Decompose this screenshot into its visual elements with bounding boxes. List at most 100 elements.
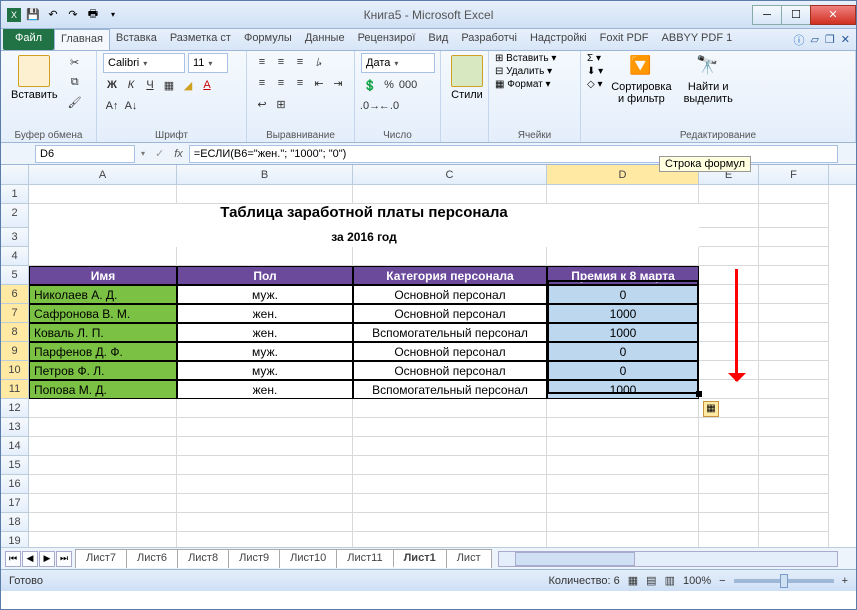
align-right-icon[interactable]: ≡ [291, 74, 309, 92]
tab-foxit[interactable]: Foxit PDF [594, 29, 656, 50]
cell[interactable]: 1000 [547, 380, 699, 399]
cell[interactable] [699, 513, 759, 532]
bold-button[interactable]: Ж [103, 76, 121, 94]
cell[interactable]: Основной персонал [353, 361, 547, 380]
row-header[interactable]: 17 [1, 494, 29, 513]
cell[interactable]: муж. [177, 361, 353, 380]
cell[interactable] [699, 475, 759, 494]
currency-icon[interactable]: 💲 [361, 76, 379, 94]
help-icon[interactable]: ⓘ [793, 32, 804, 48]
cell[interactable] [759, 475, 829, 494]
cell[interactable] [699, 266, 759, 285]
row-header[interactable]: 7 [1, 304, 29, 323]
cell[interactable] [699, 532, 759, 547]
tab-home[interactable]: Главная [54, 29, 110, 50]
cell[interactable] [29, 532, 177, 547]
cell[interactable] [759, 532, 829, 547]
italic-button[interactable]: К [122, 76, 140, 94]
cell[interactable] [699, 185, 759, 204]
qat-more-icon[interactable]: ▾ [105, 7, 121, 23]
tab-developer[interactable]: Разработчі [455, 29, 524, 50]
sheet-tab[interactable]: Лист [446, 549, 492, 568]
cell[interactable] [759, 456, 829, 475]
cell[interactable] [177, 437, 353, 456]
cell[interactable] [699, 342, 759, 361]
cell[interactable] [29, 185, 177, 204]
select-all-corner[interactable] [1, 165, 29, 184]
insert-cells-button[interactable]: ⊞ Вставить ▾ [495, 53, 556, 64]
cell[interactable] [759, 323, 829, 342]
cell[interactable] [547, 418, 699, 437]
tab-insert[interactable]: Вставка [110, 29, 164, 50]
cell[interactable] [353, 185, 547, 204]
cell[interactable] [547, 399, 699, 418]
cell[interactable] [353, 247, 547, 266]
table-title[interactable]: Таблица заработной платы персонала [29, 204, 699, 228]
cell[interactable] [547, 475, 699, 494]
cell[interactable]: 0 [547, 342, 699, 361]
horizontal-scrollbar[interactable] [498, 551, 838, 567]
cell[interactable] [699, 304, 759, 323]
cell[interactable]: Пол [177, 266, 353, 285]
cell[interactable]: Парфенов Д. Ф. [29, 342, 177, 361]
cell[interactable]: Вспомогательный персонал [353, 323, 547, 342]
autofill-options-button[interactable]: ▦ [703, 401, 719, 417]
decrease-font-icon[interactable]: A↓ [122, 97, 140, 115]
cell[interactable] [353, 456, 547, 475]
cell[interactable]: жен. [177, 380, 353, 399]
sheet-tab[interactable]: Лист7 [75, 549, 127, 568]
sheet-nav-prev[interactable]: ◀ [22, 551, 38, 567]
sheet-nav-next[interactable]: ▶ [39, 551, 55, 567]
cell[interactable] [759, 285, 829, 304]
row-header[interactable]: 5 [1, 266, 29, 285]
cell[interactable]: Основной персонал [353, 304, 547, 323]
row-header[interactable]: 13 [1, 418, 29, 437]
cell[interactable] [759, 342, 829, 361]
zoom-level[interactable]: 100% [683, 575, 711, 587]
cell[interactable] [29, 494, 177, 513]
cell[interactable] [177, 513, 353, 532]
cell[interactable] [177, 475, 353, 494]
underline-button[interactable]: Ч [141, 76, 159, 94]
cell[interactable] [353, 399, 547, 418]
cell[interactable]: Попова М. Д. [29, 380, 177, 399]
cell[interactable]: Премия к 8 марта [547, 266, 699, 285]
cell[interactable] [759, 494, 829, 513]
redo-icon[interactable]: ↷ [65, 7, 81, 23]
tab-data[interactable]: Данные [299, 29, 352, 50]
cell[interactable] [699, 437, 759, 456]
cell[interactable] [29, 399, 177, 418]
increase-font-icon[interactable]: A↑ [103, 97, 121, 115]
tab-review[interactable]: Рецензирої [352, 29, 423, 50]
cell[interactable] [547, 247, 699, 266]
merge-icon[interactable]: ⊞ [272, 95, 290, 113]
sheet-tab[interactable]: Лист8 [177, 549, 229, 568]
view-layout-icon[interactable]: ▤ [646, 574, 656, 587]
tab-view[interactable]: Вид [422, 29, 455, 50]
cell[interactable]: жен. [177, 304, 353, 323]
restore-window-icon[interactable]: ❐ [825, 33, 835, 46]
cell[interactable]: Коваль Л. П. [29, 323, 177, 342]
maximize-button[interactable]: ☐ [781, 5, 811, 25]
cell[interactable] [177, 399, 353, 418]
cell[interactable] [547, 513, 699, 532]
decrease-decimal-icon[interactable]: ←.0 [380, 97, 398, 115]
align-center-icon[interactable]: ≡ [272, 74, 290, 92]
close-button[interactable]: ✕ [810, 5, 856, 25]
tab-formulas[interactable]: Формулы [238, 29, 299, 50]
sheet-nav-last[interactable]: ⏭ [56, 551, 72, 567]
row-header[interactable]: 11 [1, 380, 29, 399]
col-header-a[interactable]: A [29, 165, 177, 184]
increase-decimal-icon[interactable]: .0→ [361, 97, 379, 115]
font-size-combo[interactable]: 11▾ [188, 53, 228, 73]
sheet-nav-first[interactable]: ⏮ [5, 551, 21, 567]
sort-filter-button[interactable]: 🔽 Сортировка и фильтр [607, 53, 675, 107]
row-header[interactable]: 15 [1, 456, 29, 475]
name-box[interactable]: D6 [35, 145, 135, 163]
font-color-button[interactable]: A [198, 76, 216, 94]
cell[interactable] [177, 532, 353, 547]
zoom-slider[interactable] [734, 579, 834, 583]
row-header[interactable]: 4 [1, 247, 29, 266]
wrap-text-icon[interactable]: ↩ [253, 95, 271, 113]
percent-icon[interactable]: % [380, 76, 398, 94]
